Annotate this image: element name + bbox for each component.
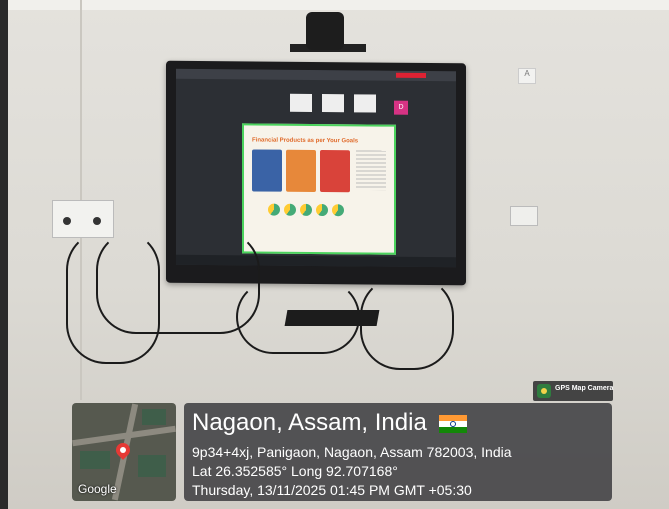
gps-camera-badge: GPS Map Camera [533, 381, 613, 401]
pie-icon [332, 204, 344, 217]
india-flag-icon [439, 414, 468, 433]
participant-avatar: D [394, 100, 408, 115]
slide-text-block [356, 150, 386, 191]
participant-thumb [290, 93, 312, 112]
socket-icon [63, 217, 71, 225]
gps-camera-icon [537, 384, 551, 398]
set-top-box [284, 310, 380, 326]
photo-scene: A D Financial Products as per Your Goals [0, 0, 669, 509]
socket-icon [93, 217, 101, 225]
gps-badge-label: GPS Map Camera [555, 385, 614, 392]
pie-icon [316, 204, 328, 217]
presentation-slide: Financial Products as per Your Goals [242, 123, 396, 255]
place-title-text: Nagaon, Assam, India [192, 409, 427, 436]
pie-icon [284, 203, 296, 216]
pie-icon [268, 203, 280, 216]
map-block [80, 451, 110, 469]
slide-card [252, 149, 282, 192]
participant-thumb [322, 94, 344, 113]
coordinates-line: Lat 26.352585° Long 92.707168° [192, 463, 398, 479]
left-pillar [0, 0, 8, 509]
slide-card [286, 149, 316, 192]
pie-icon [300, 203, 312, 216]
wall-switch [510, 206, 538, 226]
participant-thumb [354, 94, 376, 113]
place-title: Nagaon, Assam, India [192, 409, 468, 437]
participant-thumbnails [286, 93, 386, 119]
wall-sign: A [518, 68, 536, 84]
map-block [138, 455, 166, 477]
slide-title: Financial Products as per Your Goals [252, 137, 359, 145]
location-info-panel: Nagaon, Assam, India 9p34+4xj, Panigaon,… [184, 403, 612, 501]
mini-map: Google [72, 403, 176, 501]
slide-card [320, 150, 350, 193]
map-block [142, 409, 166, 425]
google-attribution: Google [78, 482, 117, 496]
webcam-icon [306, 12, 344, 50]
recording-bar [396, 72, 426, 78]
ceiling [0, 0, 669, 10]
timestamp-line: Thursday, 13/11/2025 01:45 PM GMT +05:30 [192, 482, 472, 498]
address-line: 9p34+4xj, Panigaon, Nagaon, Assam 782003… [192, 444, 512, 460]
